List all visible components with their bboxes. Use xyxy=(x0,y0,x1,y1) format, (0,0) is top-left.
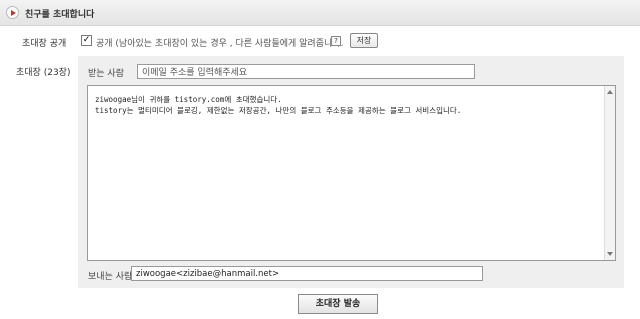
send-invitation-button[interactable]: 초대장 발송 xyxy=(298,294,378,314)
save-button[interactable]: 저장 xyxy=(350,33,378,48)
sender-label: 보내는 사람 xyxy=(88,272,133,282)
message-scrollbar[interactable] xyxy=(604,86,615,260)
publish-checkbox-text: 공개 (남아있는 초대장이 있는 경우 , 다른 사람들에게 알려줍니다. xyxy=(96,39,344,49)
message-textarea[interactable]: ziwoogae님이 귀하를 tistory.com에 초대했습니다. tist… xyxy=(87,85,616,261)
message-content: ziwoogae님이 귀하를 tistory.com에 초대했습니다. tist… xyxy=(95,94,595,116)
message-line: ziwoogae님이 귀하를 tistory.com에 초대했습니다. xyxy=(95,95,282,104)
publish-label: 초대장 공개 xyxy=(22,39,67,49)
sender-input[interactable] xyxy=(131,266,483,281)
scroll-up-arrow-icon[interactable] xyxy=(607,90,613,94)
scroll-down-arrow-icon[interactable] xyxy=(607,252,613,256)
help-icon[interactable]: ? xyxy=(331,36,341,46)
publish-checkbox[interactable]: ✓ xyxy=(81,35,92,46)
recipient-email-input[interactable] xyxy=(137,64,475,79)
invitation-label: 초대장 (23장) xyxy=(16,68,71,78)
play-circle-icon xyxy=(6,6,19,19)
message-line: tistory는 멀티미디어 블로깅, 제한없는 저장공간, 나만의 블로그 주… xyxy=(95,106,462,115)
page-title: 친구를 초대합니다 xyxy=(25,10,95,20)
recipient-label: 받는 사람 xyxy=(88,69,124,79)
title-bar: 친구를 초대합니다 xyxy=(0,0,640,26)
